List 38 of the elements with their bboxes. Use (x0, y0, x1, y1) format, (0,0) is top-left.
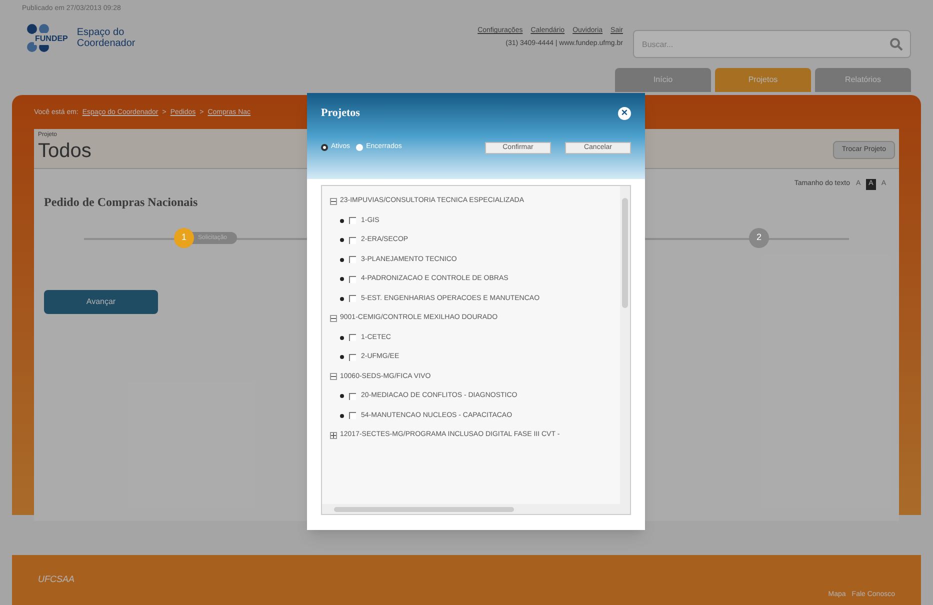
checkbox[interactable] (349, 295, 356, 302)
bullet-icon (340, 258, 344, 262)
close-button[interactable]: × (618, 106, 631, 120)
step-marker: 2 (749, 228, 769, 248)
checkbox[interactable] (349, 236, 356, 244)
logo-title: Espaço do Coordenador (76, 26, 136, 48)
bullet-icon (340, 336, 344, 340)
checkbox[interactable] (349, 392, 356, 400)
bullet-icon (340, 218, 344, 223)
logo-brand: FUNDEP (34, 32, 69, 44)
expander-icon[interactable] (330, 198, 337, 205)
bullet-icon (340, 277, 344, 282)
bullet-icon (340, 296, 344, 301)
search-field[interactable]: Buscar... (633, 30, 911, 58)
vertical-scrollbar[interactable] (620, 186, 630, 504)
checkbox[interactable] (349, 276, 356, 283)
expander-icon[interactable] (330, 432, 337, 439)
checkbox[interactable] (349, 354, 356, 361)
dialog-title: Projetos (321, 106, 360, 121)
radio-button[interactable] (356, 144, 364, 151)
search-icon[interactable] (887, 35, 905, 53)
expander-icon[interactable] (330, 314, 337, 322)
checkbox[interactable] (349, 334, 356, 342)
bullet-icon (340, 355, 344, 360)
radio-button[interactable] (321, 144, 328, 151)
step-marker: 1 (174, 228, 194, 248)
bullet-icon (340, 394, 344, 398)
advance-button[interactable]: Avançar (44, 290, 158, 314)
checkbox[interactable] (349, 412, 356, 420)
project-name: Todos (38, 140, 92, 162)
checkbox[interactable] (349, 256, 356, 264)
checkbox[interactable] (349, 217, 356, 224)
expander-icon[interactable] (330, 373, 337, 380)
footer-logo: UFCSAA (38, 573, 75, 586)
bullet-icon (340, 238, 344, 242)
horizontal-scrollbar[interactable] (322, 504, 630, 514)
page-title: Pedido de Compras Nacionais (44, 194, 198, 210)
bullet-icon (340, 414, 344, 418)
